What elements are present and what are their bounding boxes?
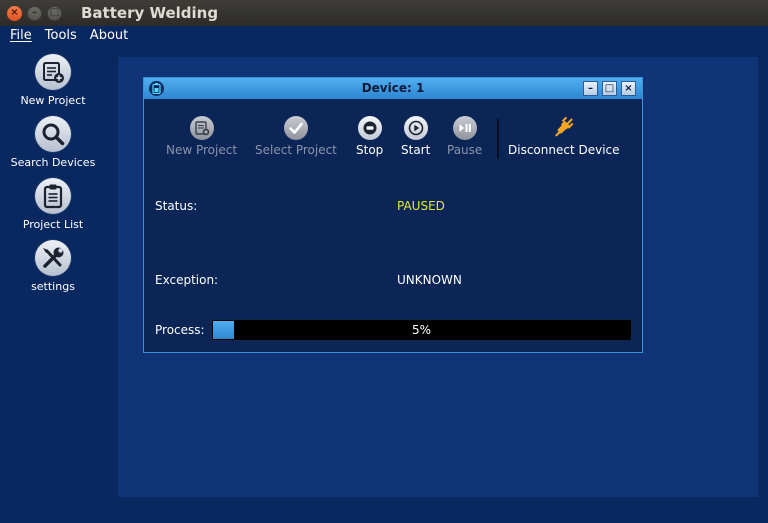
exception-value: UNKNOWN — [397, 273, 462, 287]
status-value: PAUSED — [397, 199, 445, 213]
clipboard-icon — [35, 178, 71, 214]
close-window-button[interactable]: × — [7, 5, 22, 21]
toolbar-stop-button[interactable]: Stop — [356, 116, 383, 157]
menu-file[interactable]: File — [10, 28, 32, 43]
toolbar-disconnect-device-label: Disconnect Device — [508, 143, 620, 157]
toolbar-new-project-label: New Project — [166, 143, 238, 157]
tools-icon — [35, 240, 71, 276]
toolbar-start-label: Start — [401, 143, 431, 157]
plug-disconnect-icon — [552, 116, 576, 140]
toolbar-new-project-button[interactable]: New Project — [166, 116, 237, 157]
sidebar-new-project-button[interactable]: New Project — [0, 54, 106, 107]
window-title: Battery Welding — [81, 4, 219, 22]
toolbar-pause-button[interactable]: Pause — [447, 116, 482, 157]
window-titlebar: × – □ Battery Welding — [0, 0, 768, 26]
sidebar-settings-label: settings — [31, 280, 75, 293]
toolbar-select-project-label: Select Project — [255, 143, 337, 157]
toolbar-select-project-button[interactable]: Select Project — [255, 116, 337, 157]
process-progress-text: 5% — [411, 323, 432, 337]
toolbar-separator — [497, 119, 499, 159]
menu-bar: File Tools About — [0, 26, 768, 45]
play-icon — [403, 116, 428, 140]
sidebar-search-devices-button[interactable]: Search Devices — [0, 116, 106, 169]
sidebar-project-list-label: Project List — [22, 218, 84, 231]
stop-icon — [357, 116, 382, 140]
check-icon — [283, 116, 308, 140]
sidebar-settings-button[interactable]: settings — [0, 240, 106, 293]
menu-tools[interactable]: Tools — [45, 28, 77, 43]
toolbar-disconnect-device-button[interactable]: Disconnect Device — [508, 116, 620, 157]
sidebar: New Project Search Devices Project List — [0, 45, 106, 523]
toolbar-pause-label: Pause — [447, 143, 483, 157]
sidebar-new-project-label: New Project — [20, 94, 86, 107]
status-label: Status: — [155, 199, 198, 213]
toolbar-start-button[interactable]: Start — [401, 116, 430, 157]
minimize-window-button[interactable]: – — [27, 5, 42, 21]
process-progress-bar: 5% — [211, 319, 632, 341]
new-project-icon — [189, 116, 214, 140]
pause-icon — [452, 116, 477, 140]
maximize-window-button[interactable]: □ — [47, 5, 62, 21]
sidebar-project-list-button[interactable]: Project List — [0, 178, 106, 231]
search-icon — [35, 116, 71, 152]
subwindow-maximize-button[interactable]: □ — [602, 81, 617, 96]
subwindow-titlebar[interactable]: Device: 1 – □ × — [144, 78, 642, 99]
subwindow-minimize-button[interactable]: – — [583, 81, 598, 96]
toolbar-stop-label: Stop — [356, 143, 384, 157]
subwindow-close-button[interactable]: × — [621, 81, 636, 96]
exception-label: Exception: — [155, 273, 219, 287]
subwindow-title: Device: 1 — [361, 81, 425, 95]
menu-about[interactable]: About — [90, 28, 128, 43]
sidebar-search-devices-label: Search Devices — [10, 156, 96, 169]
new-project-icon — [35, 54, 71, 90]
battery-icon — [149, 81, 164, 96]
process-label: Process: — [155, 323, 205, 337]
device-subwindow: Device: 1 – □ × New Project Select Proje… — [143, 77, 643, 353]
